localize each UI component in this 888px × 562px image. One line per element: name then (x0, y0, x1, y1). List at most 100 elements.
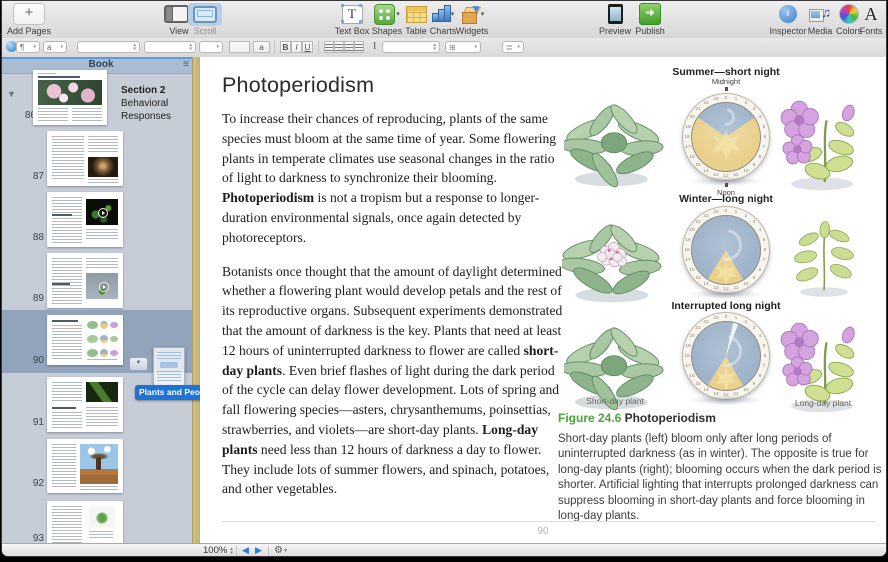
line-spacing-icon: I (373, 41, 376, 53)
section-label: Section 2 Behavioral Responses (121, 84, 200, 123)
clock-hour-tick: 16 (689, 373, 694, 378)
long-day-plant-summer-illustration (772, 93, 872, 193)
clock-hour-tick: 14 (704, 282, 709, 287)
clock-hour-tick: 11 (734, 285, 739, 290)
page-thumbnail-92[interactable] (47, 439, 123, 493)
page-thumbnail-89[interactable] (47, 253, 123, 308)
zoom-control[interactable]: 100% ▴▾ (203, 544, 233, 556)
body-paragraph[interactable]: To increase their chances of reproducing… (222, 109, 568, 248)
italic-button[interactable]: I (291, 41, 302, 53)
align-center-button[interactable] (334, 41, 344, 53)
clock-hour-tick: 6 (764, 354, 767, 359)
bold-button[interactable]: B (280, 41, 291, 53)
clock-hour-tick: 17 (685, 258, 690, 263)
charts-icon (432, 6, 450, 22)
text-color-well[interactable]: a (253, 41, 270, 53)
long-day-plant-winter-illustration (780, 210, 868, 302)
clock-hour-tick: 1 (735, 97, 738, 102)
page-options-dropdown[interactable]: ▼ (129, 357, 148, 371)
sidebar-scrollbar[interactable] (192, 57, 200, 543)
clock-hour-tick: 13 (713, 391, 718, 396)
fonts-icon: A (865, 4, 878, 24)
page-number-90: 90 (2, 355, 44, 366)
page-number-87: 87 (2, 171, 44, 182)
line-spacing-select[interactable]: ▴▾ (382, 41, 440, 53)
scroll-button[interactable]: Scroll (184, 3, 226, 36)
sun-icon (711, 130, 741, 160)
underline-button[interactable]: U (302, 41, 313, 53)
section-title: Section 2 (121, 84, 200, 97)
paragraph-style-dropdown[interactable]: ¶▾ (16, 41, 40, 53)
moon-icon (713, 105, 738, 130)
figure-caption-title: Photoperiodism (625, 411, 716, 425)
main-area: Book ≡ ▼ Section 2 Behavioral Responses … (2, 57, 886, 543)
page-number-86: 86 (2, 110, 36, 121)
short-day-plant-caption: Short-day plant (560, 396, 670, 406)
add-pages-label: Add Pages (3, 26, 55, 36)
font-size-select[interactable]: ▾ (199, 41, 223, 53)
clock-diagram-interrupted: 01234567891011121314151617181920212223 (682, 312, 770, 400)
clock-hour-tick: 16 (689, 154, 694, 159)
font-family-select[interactable]: ▴▾ (77, 41, 140, 53)
section-disclosure-icon[interactable]: ▼ (7, 89, 16, 99)
previous-page-button[interactable]: ◀ (242, 544, 249, 556)
clock-hour-tick: 18 (684, 135, 689, 140)
page-thumbnail-90-selected[interactable] (47, 315, 123, 365)
page-number-93: 93 (2, 533, 44, 543)
publish-button[interactable]: ➜ Publish (629, 3, 671, 36)
zoom-stepper[interactable]: ▴▾ (230, 547, 233, 555)
widgets-button[interactable]: Widgets (449, 3, 495, 36)
document-canvas[interactable]: Photoperiodism To increase their chances… (200, 57, 886, 543)
align-justify-button[interactable] (354, 41, 364, 53)
short-day-plant-winter-illustration (562, 206, 662, 306)
fonts-button[interactable]: A Fonts (854, 3, 886, 36)
figure-caption[interactable]: Figure 24.6 Photoperiodism Short-day pla… (558, 411, 886, 525)
clock-hour-tick: 3 (752, 326, 755, 331)
midnight-label: Midnight (622, 77, 830, 86)
clock-hour-tick: 22 (704, 101, 709, 106)
page-thumbnail-87[interactable] (47, 131, 123, 186)
format-bar: ¶▾ a▾ ▴▾ ▴▾ ▾ a B I U I ▴▾ ⊞▾ ≣▾ (2, 38, 886, 58)
scroll-icon (193, 6, 217, 23)
clock-hour-tick: 8 (759, 154, 762, 159)
align-right-button[interactable] (344, 41, 354, 53)
page-thumbnail-88[interactable] (47, 192, 123, 247)
fill-color-well[interactable] (229, 41, 250, 53)
add-pages-button[interactable]: + Add Pages (3, 3, 55, 36)
page-thumbnail-93[interactable] (47, 501, 123, 543)
font-typeface-select[interactable]: ▴▾ (144, 41, 196, 53)
columns-select[interactable]: ⊞▾ (445, 41, 481, 53)
list-style-select[interactable]: ≣▾ (502, 41, 524, 53)
plus-icon: + (13, 3, 45, 25)
character-style-dropdown[interactable]: a▾ (43, 41, 67, 53)
page-number-92: 92 (2, 478, 44, 489)
figure-caption-body: Short-day plants (left) bloom only after… (558, 432, 886, 525)
figure-photoperiodism[interactable]: Summer—short night Midnight 012345678910… (558, 63, 886, 413)
clock-hour-tick: 21 (696, 107, 701, 112)
body-paragraph[interactable]: Botanists once thought that the amount o… (222, 262, 568, 500)
pages-sidebar: Book ≡ ▼ Section 2 Behavioral Responses … (2, 57, 200, 543)
next-page-button[interactable]: ▶ (255, 544, 262, 556)
clock-hour-tick: 20 (689, 115, 694, 120)
status-bar: 100% ▴▾ ◀ ▶ ⚙▾ (2, 543, 886, 556)
noon-tick (725, 183, 728, 187)
clock-hour-tick: 21 (696, 326, 701, 331)
clock-hour-tick: 6 (764, 248, 767, 253)
hamburger-menu-icon[interactable]: ≡ (183, 59, 189, 71)
clock-hour-tick: 8 (759, 373, 762, 378)
clock-hour-tick: 4 (759, 115, 762, 120)
page-thumbnail-86[interactable] (33, 70, 107, 125)
moon-icon (704, 328, 749, 373)
gear-menu-button[interactable]: ⚙▾ (274, 544, 287, 556)
align-left-button[interactable] (324, 41, 334, 53)
clock-hour-tick: 1 (735, 316, 738, 321)
clock-hour-tick: 11 (734, 172, 739, 177)
clock-hour-tick: 15 (696, 275, 701, 280)
body-text-column[interactable]: To increase their chances of reproducing… (222, 109, 568, 513)
page-title[interactable]: Photoperiodism (222, 73, 374, 98)
app-window: + Add Pages View Scroll T Text Box Shape… (2, 1, 886, 556)
section-subtitle: Behavioral Responses (121, 97, 200, 123)
clock-hour-tick: 7 (762, 364, 765, 369)
clock-hour-tick: 18 (684, 248, 689, 253)
page-thumbnail-91[interactable] (47, 377, 123, 432)
